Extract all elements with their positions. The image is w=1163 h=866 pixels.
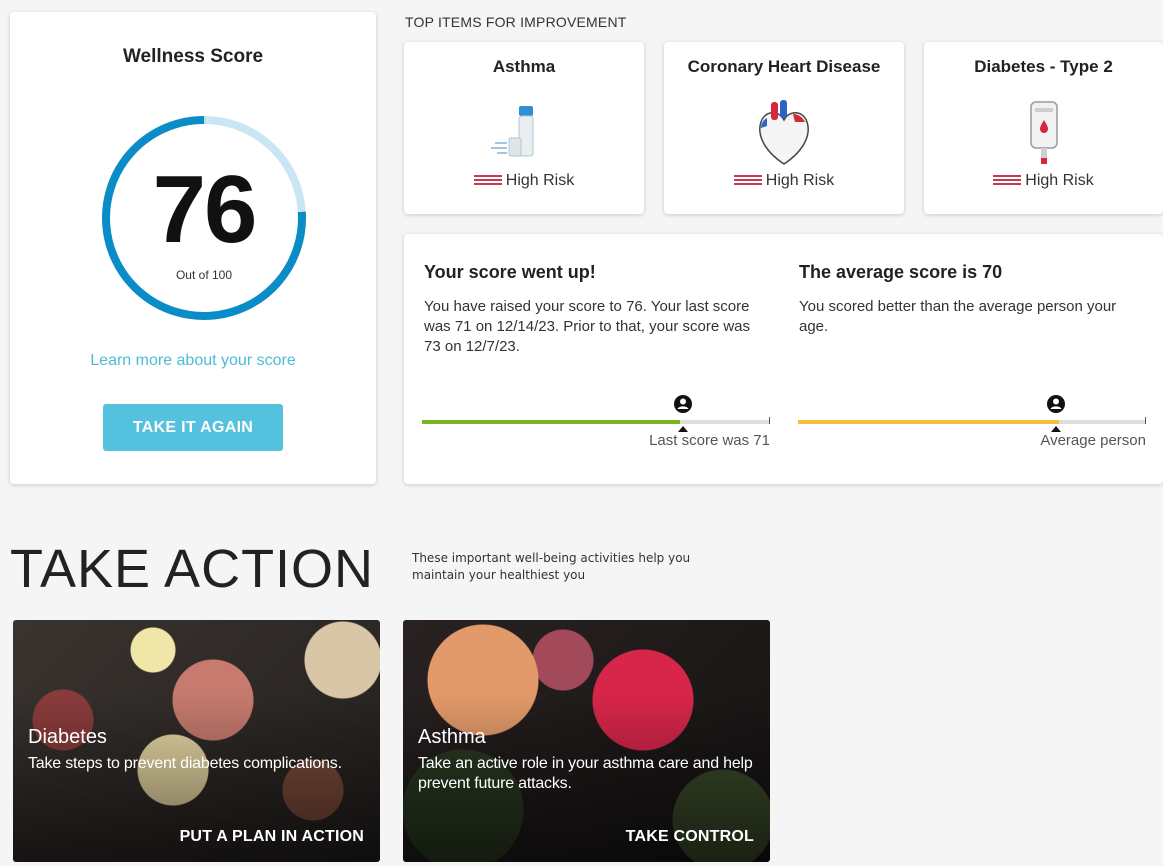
score-change-text: You have raised your score to 76. Your l… bbox=[424, 298, 751, 355]
person-marker-icon bbox=[1046, 395, 1065, 413]
score-max-label: Out of 100 bbox=[175, 268, 233, 282]
bar-end-tick bbox=[1145, 417, 1146, 424]
risk-badge: High Risk bbox=[664, 172, 904, 190]
risk-title: Asthma bbox=[492, 57, 556, 76]
average-score-heading: The average score is 70 bbox=[799, 262, 1003, 282]
action-card-asthma[interactable]: Asthma Take an active role in your asthm… bbox=[403, 620, 770, 862]
wellness-score-card: Wellness Score 76 Out of 100 Learn more … bbox=[10, 12, 376, 484]
risk-label: High Risk bbox=[1025, 172, 1094, 189]
risk-title: Diabetes - Type 2 bbox=[974, 57, 1113, 76]
take-it-again-button[interactable]: TAKE IT AGAIN bbox=[103, 404, 283, 451]
bar-end-tick bbox=[769, 417, 770, 424]
average-score-text: You scored better than the average perso… bbox=[799, 298, 1117, 335]
average-score-panel: The average score is 70 You scored bette… bbox=[799, 262, 1139, 337]
risk-level-icon bbox=[993, 175, 1022, 187]
last-score-bar: Last score was 71 bbox=[422, 390, 770, 450]
score-change-heading: Your score went up! bbox=[424, 262, 596, 282]
improvement-section-label: TOP ITEMS FOR IMPROVEMENT bbox=[405, 14, 627, 30]
risk-label: High Risk bbox=[765, 172, 835, 189]
risk-card-coronary-heart-disease[interactable]: Coronary Heart Disease High Risk bbox=[664, 42, 904, 214]
average-person-bar: Average person bbox=[798, 390, 1146, 450]
person-marker-icon bbox=[674, 395, 693, 413]
action-card-text: Take steps to prevent diabetes complicat… bbox=[28, 755, 342, 772]
action-card-diabetes[interactable]: Diabetes Take steps to prevent diabetes … bbox=[13, 620, 380, 862]
wellness-score-title: Wellness Score bbox=[122, 46, 264, 67]
put-plan-in-action-link[interactable]: PUT A PLAN IN ACTION bbox=[180, 828, 364, 846]
risk-card-diabetes-type-2[interactable]: Diabetes - Type 2 High Risk bbox=[924, 42, 1163, 214]
take-action-title: TAKE ACTION bbox=[10, 539, 375, 599]
learn-more-link[interactable]: Learn more about your score bbox=[10, 352, 376, 370]
risk-title: Coronary Heart Disease bbox=[687, 57, 881, 76]
action-card-title: Diabetes bbox=[28, 726, 107, 748]
take-action-description: These important well-being activities he… bbox=[412, 551, 691, 582]
action-card-title: Asthma bbox=[418, 726, 486, 748]
risk-badge: High Risk bbox=[404, 172, 644, 190]
risk-badge: High Risk bbox=[924, 172, 1163, 190]
take-control-link[interactable]: TAKE CONTROL bbox=[626, 828, 754, 846]
heart-icon bbox=[759, 100, 809, 165]
last-score-caption: Last score was 71 bbox=[649, 432, 770, 449]
score-info-card: Your score went up! You have raised your… bbox=[404, 234, 1163, 484]
bar-fill bbox=[798, 420, 1059, 424]
score-value: 76 bbox=[152, 156, 258, 263]
risk-level-icon bbox=[733, 175, 762, 187]
glucose-meter-icon bbox=[1029, 101, 1058, 164]
bar-fill bbox=[422, 420, 680, 424]
risk-card-asthma[interactable]: Asthma High Risk bbox=[404, 42, 644, 214]
score-change-panel: Your score went up! You have raised your… bbox=[424, 262, 764, 357]
action-card-text: Take an active role in your asthma care … bbox=[418, 755, 753, 792]
risk-level-icon bbox=[473, 175, 502, 187]
average-person-caption: Average person bbox=[1040, 432, 1146, 449]
risk-label: High Risk bbox=[505, 172, 575, 189]
inhaler-icon bbox=[491, 106, 534, 157]
